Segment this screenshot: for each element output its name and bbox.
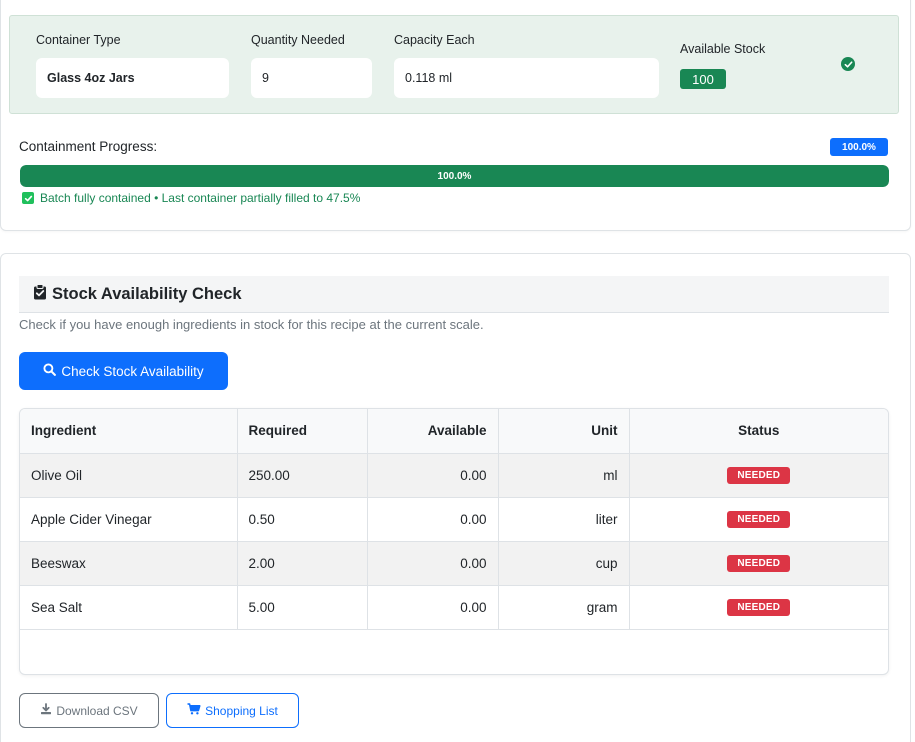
download-csv-button[interactable]: Download CSV: [19, 693, 159, 728]
cell-unit: cup: [498, 541, 630, 586]
cell-unit: ml: [498, 453, 630, 498]
cell-status: NEEDED: [629, 453, 888, 498]
available-stock-value: 100: [692, 71, 714, 87]
cell-unit: gram: [498, 585, 630, 630]
table-row: Olive Oil 250.00 0.00 ml NEEDED: [20, 453, 888, 498]
check-circle-icon: [841, 57, 855, 71]
progress-bar: 100.0%: [20, 165, 889, 187]
stock-check-title: Stock Availability Check: [52, 284, 242, 303]
column-header-ingredient: Ingredient: [20, 409, 238, 454]
cell-unit: liter: [498, 497, 630, 542]
column-header-available: Available: [367, 409, 499, 454]
needed-badge: NEEDED: [727, 511, 791, 528]
available-stock-label: Available Stock: [680, 42, 766, 56]
search-icon: [43, 363, 57, 379]
table-row: Apple Cider Vinegar 0.50 0.00 liter NEED…: [20, 497, 888, 542]
stock-table-container: Ingredient Required Available Unit Statu…: [19, 408, 889, 675]
cell-required: 250.00: [237, 453, 368, 498]
cell-ingredient: Apple Cider Vinegar: [20, 497, 238, 542]
stock-check-description: Check if you have enough ingredients in …: [19, 317, 484, 332]
cell-available: 0.00: [367, 541, 499, 586]
quantity-needed-value: 9: [262, 71, 269, 85]
shopping-list-label: Shopping List: [205, 703, 278, 718]
container-type-field[interactable]: Glass 4oz Jars: [36, 58, 229, 98]
cell-required: 0.50: [237, 497, 368, 542]
progress-bar-text: 100.0%: [437, 170, 472, 182]
container-type-value: Glass 4oz Jars: [47, 71, 135, 85]
table-header-row: Ingredient Required Available Unit Statu…: [20, 409, 888, 454]
container-row: Container Type Glass 4oz Jars Quantity N…: [9, 15, 899, 114]
cell-available: 0.00: [367, 453, 499, 498]
cart-icon: [187, 703, 201, 718]
cell-required: 2.00: [237, 541, 368, 586]
needed-badge: NEEDED: [727, 599, 791, 616]
download-icon: [40, 703, 52, 718]
check-square-icon: [22, 192, 34, 204]
progress-percent-badge: 100.0%: [830, 138, 888, 156]
cell-ingredient: Olive Oil: [20, 453, 238, 498]
column-header-unit: Unit: [498, 409, 630, 454]
check-stock-button[interactable]: Check Stock Availability: [19, 352, 228, 390]
table-row: Sea Salt 5.00 0.00 gram NEEDED: [20, 585, 888, 630]
progress-note: Batch fully contained • Last container p…: [22, 191, 360, 205]
download-csv-label: Download CSV: [56, 703, 138, 718]
cell-status: NEEDED: [629, 541, 888, 586]
table-row: Beeswax 2.00 0.00 cup NEEDED: [20, 541, 888, 586]
cell-available: 0.00: [367, 497, 499, 542]
capacity-each-label: Capacity Each: [394, 33, 475, 47]
check-stock-button-label: Check Stock Availability: [61, 363, 204, 379]
capacity-each-field[interactable]: 0.118 ml: [394, 58, 659, 98]
progress-percent-text: 100.0%: [842, 141, 876, 153]
cell-ingredient: Beeswax: [20, 541, 238, 586]
clipboard-check-icon: [33, 283, 47, 305]
cell-required: 5.00: [237, 585, 368, 630]
quantity-needed-field[interactable]: 9: [251, 58, 372, 98]
capacity-each-value: 0.118 ml: [405, 71, 453, 85]
stock-check-header: Stock Availability Check: [19, 276, 889, 313]
available-stock-badge: 100: [680, 69, 726, 89]
progress-bar-fill: 100.0%: [20, 165, 889, 187]
needed-badge: NEEDED: [727, 555, 791, 572]
needed-badge: NEEDED: [727, 467, 791, 484]
progress-note-text: Batch fully contained • Last container p…: [40, 191, 361, 205]
stock-table: Ingredient Required Available Unit Statu…: [20, 409, 888, 630]
shopping-list-button[interactable]: Shopping List: [166, 693, 299, 728]
cell-status: NEEDED: [629, 497, 888, 542]
cell-status: NEEDED: [629, 585, 888, 630]
quantity-needed-label: Quantity Needed: [251, 33, 345, 47]
container-type-label: Container Type: [36, 33, 121, 47]
cell-available: 0.00: [367, 585, 499, 630]
column-header-status: Status: [629, 409, 888, 454]
column-header-required: Required: [237, 409, 368, 454]
cell-ingredient: Sea Salt: [20, 585, 238, 630]
containment-progress-label: Containment Progress:: [19, 139, 158, 154]
